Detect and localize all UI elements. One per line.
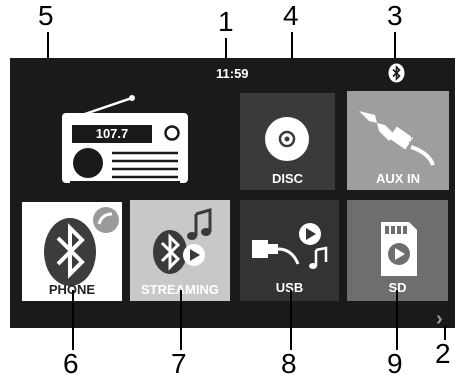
aux-in-label: AUX IN bbox=[375, 171, 421, 186]
disc-label: DISC bbox=[271, 171, 304, 186]
sd-tile[interactable]: SD bbox=[347, 200, 448, 301]
radio-tile[interactable]: 107.7 bbox=[60, 95, 195, 187]
usb-tile[interactable]: USB bbox=[240, 200, 339, 301]
phone-tile[interactable]: PHONE bbox=[22, 202, 122, 301]
streaming-tile[interactable]: STREAMING bbox=[130, 200, 230, 301]
callout-4: 4 bbox=[283, 0, 299, 31]
svg-text:♫: ♫ bbox=[407, 130, 418, 146]
callout-3: 3 bbox=[387, 0, 403, 31]
callout-6: 6 bbox=[63, 348, 79, 379]
leader-line-9 bbox=[396, 290, 398, 350]
callout-7: 7 bbox=[171, 348, 187, 379]
clock: 11:59 bbox=[216, 66, 249, 81]
radio-frequency: 107.7 bbox=[95, 126, 129, 141]
aux-in-tile[interactable]: ♫ AUX IN bbox=[347, 91, 449, 190]
leader-line-8 bbox=[290, 290, 292, 350]
callout-2: 2 bbox=[435, 338, 451, 369]
chevron-right-icon[interactable]: › bbox=[436, 308, 443, 331]
callout-8: 8 bbox=[281, 348, 297, 379]
bluetooth-status-icon bbox=[388, 63, 405, 83]
callout-1: 1 bbox=[218, 6, 234, 37]
callout-9: 9 bbox=[387, 348, 403, 379]
leader-line-7 bbox=[180, 290, 182, 350]
leader-line-6 bbox=[72, 290, 74, 350]
disc-tile[interactable]: DISC bbox=[240, 93, 335, 190]
callout-5: 5 bbox=[38, 0, 54, 31]
